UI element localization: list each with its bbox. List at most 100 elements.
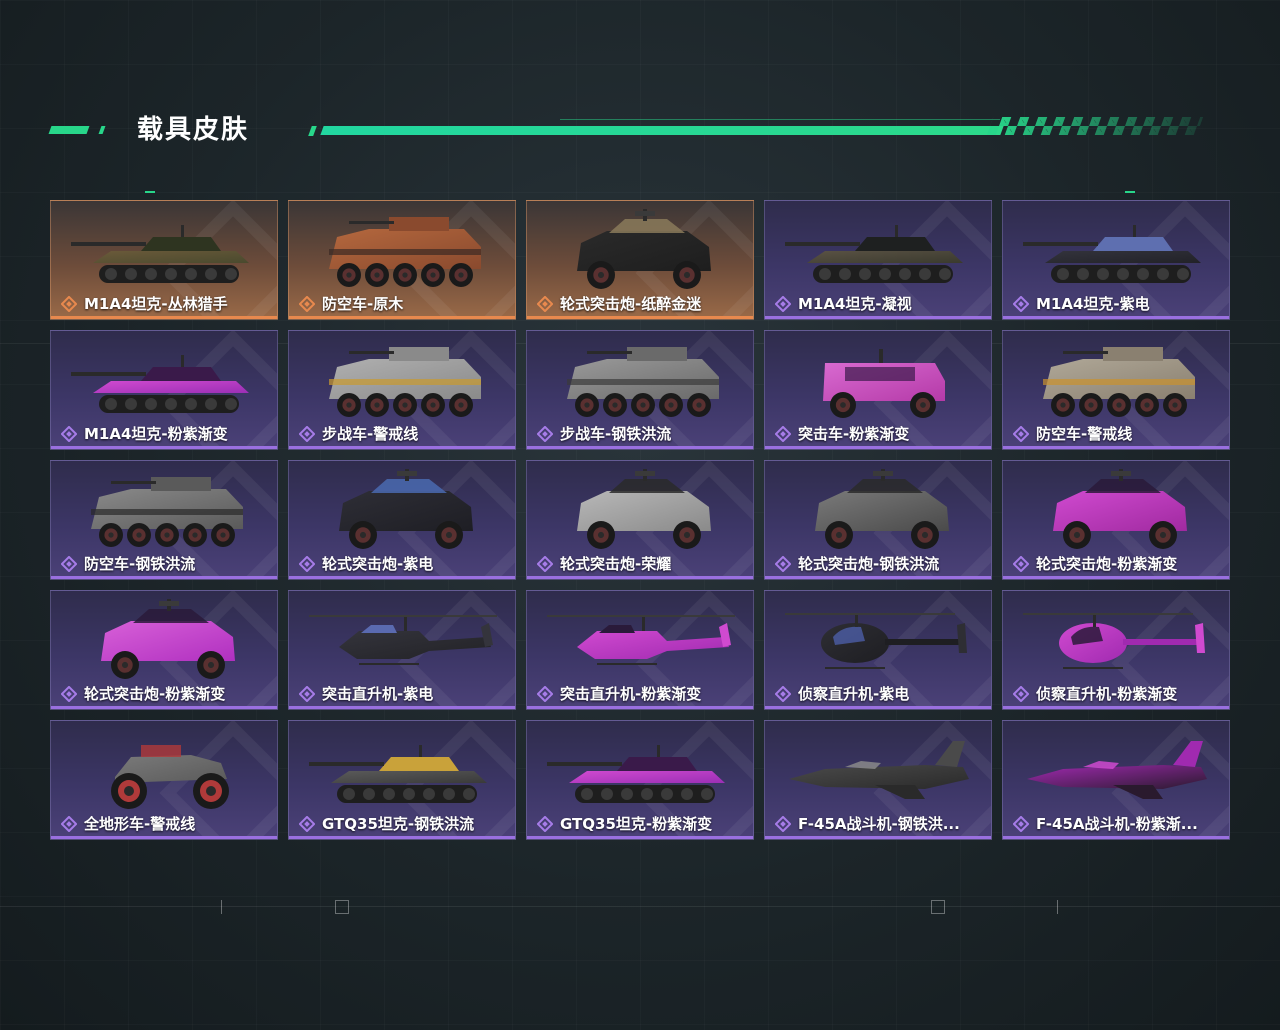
skin-card[interactable]: M1A4坦克-紫电 <box>1002 200 1230 320</box>
jeep-vehicle-icon <box>815 469 949 549</box>
skin-card[interactable]: 突击直升机-粉紫渐变 <box>526 590 754 710</box>
skin-name: 防空车-钢铁洪流 <box>84 555 196 573</box>
apc-vehicle-icon <box>567 347 719 417</box>
page-title: 载具皮肤 <box>137 115 250 145</box>
skin-card[interactable]: 防空车-警戒线 <box>1002 330 1230 450</box>
skin-card[interactable]: 步战车-警戒线 <box>288 330 516 450</box>
skin-card[interactable]: 轮式突击炮-荣耀 <box>526 460 754 580</box>
rarity-diamond-icon <box>298 685 316 703</box>
jeep-vehicle-icon <box>577 209 711 289</box>
corner-dash <box>1125 191 1135 193</box>
rarity-diamond-icon <box>536 685 554 703</box>
rarity-diamond-icon <box>298 425 316 443</box>
skin-name: 轮式突击炮-荣耀 <box>560 555 672 573</box>
jet-vehicle-icon <box>789 741 969 799</box>
tank-vehicle-icon <box>1023 225 1201 283</box>
truck-vehicle-icon <box>823 349 945 418</box>
ruler-square <box>335 900 349 914</box>
header-accent-bar <box>48 126 90 134</box>
rarity-diamond-icon <box>774 425 792 443</box>
header-thin-line <box>560 119 1000 120</box>
apc-vehicle-icon <box>1043 347 1195 417</box>
apc-vehicle-icon <box>91 477 243 547</box>
atv-vehicle-icon <box>111 745 229 809</box>
header-checker-pattern <box>986 117 1204 135</box>
skin-grid: M1A4坦克-丛林猎手 防空车-原木 轮式突击炮-纸醉金迷 M1A4坦克-凝视 M1A4… <box>50 200 1230 840</box>
skin-card[interactable]: M1A4坦克-丛林猎手 <box>50 200 278 320</box>
rarity-diamond-icon <box>1012 425 1030 443</box>
skin-card[interactable]: M1A4坦克-凝视 <box>764 200 992 320</box>
rarity-diamond-icon <box>60 685 78 703</box>
skin-card[interactable]: 轮式突击炮-纸醉金迷 <box>526 200 754 320</box>
jeep-vehicle-icon <box>339 469 473 549</box>
skin-name: 步战车-钢铁洪流 <box>560 425 672 443</box>
rarity-diamond-icon <box>774 295 792 313</box>
skin-name: 突击车-粉紫渐变 <box>798 425 910 443</box>
rarity-diamond-icon <box>1012 815 1030 833</box>
skin-name: 防空车-原木 <box>322 295 404 313</box>
skin-card[interactable]: F-45A战斗机-钢铁洪... <box>764 720 992 840</box>
corner-dash <box>145 191 155 193</box>
skin-name: 步战车-警戒线 <box>322 425 419 443</box>
apc-vehicle-icon <box>329 217 481 287</box>
rarity-diamond-icon <box>298 555 316 573</box>
scout-vehicle-icon <box>785 613 967 669</box>
scout-vehicle-icon <box>1023 613 1205 669</box>
skin-card[interactable]: 防空车-钢铁洪流 <box>50 460 278 580</box>
skin-name: 侦察直升机-紫电 <box>798 685 910 703</box>
rarity-diamond-icon <box>60 815 78 833</box>
skin-card[interactable]: 防空车-原木 <box>288 200 516 320</box>
tank-vehicle-icon <box>785 225 963 283</box>
heli-vehicle-icon <box>547 615 735 665</box>
skin-name: M1A4坦克-丛林猎手 <box>84 295 228 313</box>
skin-card[interactable]: 侦察直升机-紫电 <box>764 590 992 710</box>
tank-vehicle-icon <box>309 745 487 803</box>
skin-name: F-45A战斗机-钢铁洪... <box>798 815 960 833</box>
jet-vehicle-icon <box>1027 741 1207 799</box>
jeep-vehicle-icon <box>1053 469 1187 549</box>
skin-card[interactable]: GTQ35坦克-钢铁洪流 <box>288 720 516 840</box>
skin-name: 轮式突击炮-纸醉金迷 <box>560 295 702 313</box>
rarity-diamond-icon <box>536 815 554 833</box>
skin-card[interactable]: 轮式突击炮-粉紫渐变 <box>1002 460 1230 580</box>
rarity-diamond-icon <box>1012 685 1030 703</box>
rarity-diamond-icon <box>1012 555 1030 573</box>
skin-card[interactable]: 全地形车-警戒线 <box>50 720 278 840</box>
skin-card[interactable]: F-45A战斗机-粉紫渐... <box>1002 720 1230 840</box>
skin-name: M1A4坦克-粉紫渐变 <box>84 425 228 443</box>
skin-card[interactable]: GTQ35坦克-粉紫渐变 <box>526 720 754 840</box>
rarity-diamond-icon <box>1012 295 1030 313</box>
rarity-diamond-icon <box>774 685 792 703</box>
rarity-diamond-icon <box>60 295 78 313</box>
tank-vehicle-icon <box>71 225 249 283</box>
skin-name: M1A4坦克-紫电 <box>1036 295 1150 313</box>
skin-name: 轮式突击炮-粉紫渐变 <box>84 685 226 703</box>
skin-card[interactable]: 侦察直升机-粉紫渐变 <box>1002 590 1230 710</box>
skin-name: 突击直升机-粉紫渐变 <box>560 685 702 703</box>
tank-vehicle-icon <box>547 745 725 803</box>
rarity-diamond-icon <box>60 425 78 443</box>
skin-card[interactable]: M1A4坦克-粉紫渐变 <box>50 330 278 450</box>
apc-vehicle-icon <box>329 347 481 417</box>
skin-card[interactable]: 轮式突击炮-钢铁洪流 <box>764 460 992 580</box>
skin-name: F-45A战斗机-粉紫渐... <box>1036 815 1198 833</box>
skin-name: 轮式突击炮-粉紫渐变 <box>1036 555 1178 573</box>
ruler-square <box>931 900 945 914</box>
rarity-diamond-icon <box>536 425 554 443</box>
jeep-vehicle-icon <box>101 599 235 679</box>
background-ruler <box>0 906 1280 907</box>
ruler-tick <box>221 900 222 914</box>
skin-card[interactable]: 突击直升机-紫电 <box>288 590 516 710</box>
skin-card[interactable]: 步战车-钢铁洪流 <box>526 330 754 450</box>
rarity-diamond-icon <box>774 815 792 833</box>
skin-card[interactable]: 轮式突击炮-紫电 <box>288 460 516 580</box>
skin-card[interactable]: 轮式突击炮-粉紫渐变 <box>50 590 278 710</box>
jeep-vehicle-icon <box>577 469 711 549</box>
rarity-diamond-icon <box>774 555 792 573</box>
rarity-diamond-icon <box>60 555 78 573</box>
skin-name: M1A4坦克-凝视 <box>798 295 912 313</box>
tank-vehicle-icon <box>71 355 249 413</box>
skin-card[interactable]: 突击车-粉紫渐变 <box>764 330 992 450</box>
skin-name: 侦察直升机-粉紫渐变 <box>1036 685 1178 703</box>
header-accent-line <box>320 126 1004 135</box>
